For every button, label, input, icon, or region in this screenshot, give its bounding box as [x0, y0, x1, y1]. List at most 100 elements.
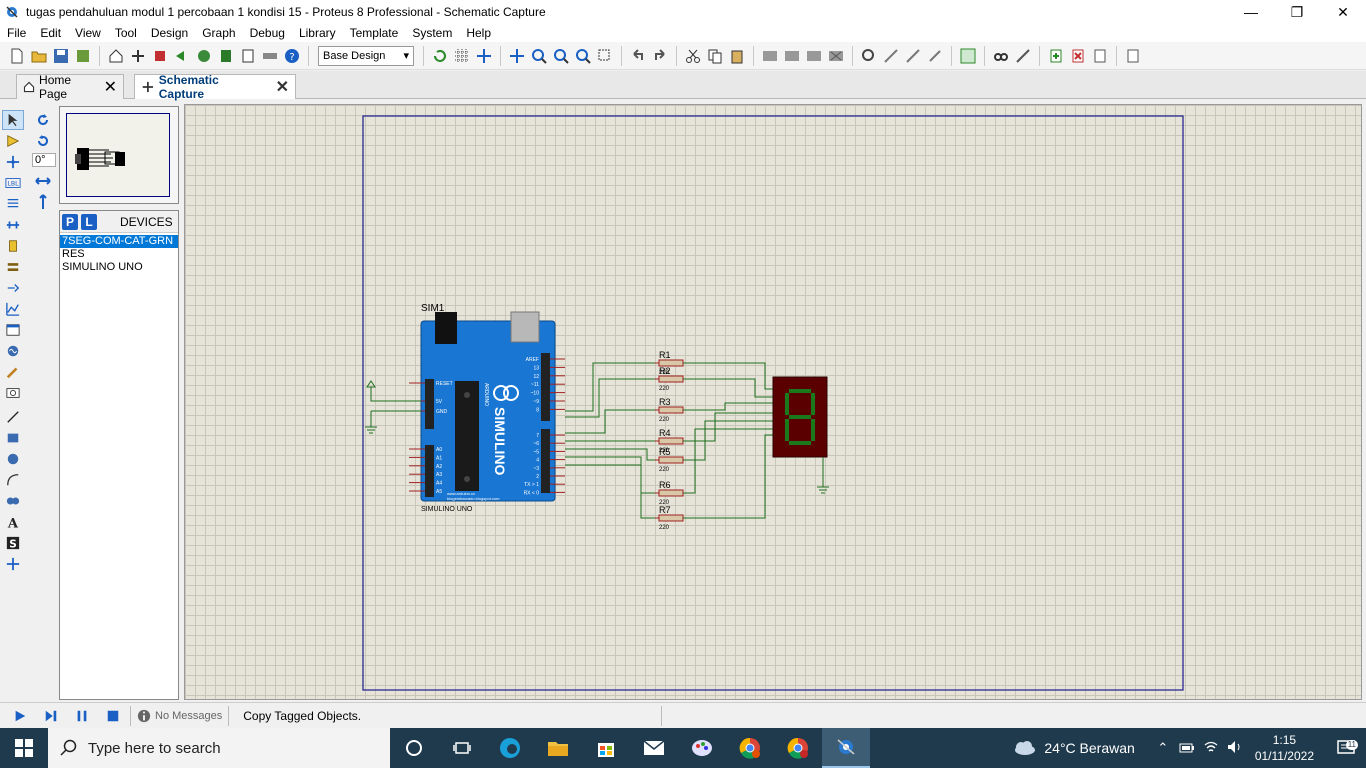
- device-item-res[interactable]: RES: [60, 248, 178, 261]
- notification-center-button[interactable]: 11: [1326, 740, 1366, 756]
- menu-tool[interactable]: Tool: [108, 24, 144, 42]
- block-delete-icon[interactable]: [826, 46, 846, 66]
- menu-view[interactable]: View: [68, 24, 108, 42]
- mirror-x-icon[interactable]: [32, 171, 54, 191]
- menu-file[interactable]: File: [0, 24, 33, 42]
- menu-system[interactable]: System: [405, 24, 459, 42]
- path-icon[interactable]: [2, 491, 24, 511]
- remove-sheet-icon[interactable]: [1068, 46, 1088, 66]
- decompose-icon[interactable]: [925, 46, 945, 66]
- edge-icon[interactable]: [486, 728, 534, 768]
- pick-devices-button[interactable]: P: [62, 213, 78, 230]
- wire-autorouter-icon[interactable]: [958, 46, 978, 66]
- line-icon[interactable]: [2, 407, 24, 427]
- selection-mode-icon[interactable]: [2, 110, 24, 130]
- messages-indicator[interactable]: No Messages: [155, 710, 222, 722]
- zoom-in-icon[interactable]: [529, 46, 549, 66]
- taskbar-clock[interactable]: 1:15 01/11/2022: [1255, 732, 1314, 764]
- chevron-up-icon[interactable]: ⌃: [1151, 740, 1175, 756]
- rotate-clockwise-icon[interactable]: [32, 110, 54, 130]
- step-button[interactable]: [40, 706, 62, 726]
- zoom-area-icon[interactable]: [595, 46, 615, 66]
- refresh-icon[interactable]: [430, 46, 450, 66]
- property-assignment-icon[interactable]: [1013, 46, 1033, 66]
- resistor-r7[interactable]: R7 220: [655, 505, 687, 531]
- new-sheet-icon[interactable]: [1046, 46, 1066, 66]
- device-item-7seg[interactable]: 7SEG-COM-CAT-GRN: [60, 235, 178, 248]
- copy-icon[interactable]: [705, 46, 725, 66]
- symbol-icon[interactable]: S: [2, 533, 24, 553]
- graph-icon[interactable]: [2, 299, 24, 319]
- bom-icon[interactable]: [216, 46, 236, 66]
- volume-icon[interactable]: [1223, 740, 1247, 757]
- arc-icon[interactable]: [2, 470, 24, 490]
- generator-icon[interactable]: [2, 341, 24, 361]
- mail-icon[interactable]: [630, 728, 678, 768]
- paste-icon[interactable]: [727, 46, 747, 66]
- stop-button[interactable]: [102, 706, 124, 726]
- new-file-icon[interactable]: [7, 46, 27, 66]
- source-code-icon[interactable]: [260, 46, 280, 66]
- cortana-icon[interactable]: [390, 728, 438, 768]
- 3d-view-icon[interactable]: [172, 46, 192, 66]
- packaging-tool-icon[interactable]: [903, 46, 923, 66]
- rotate-anticlockwise-icon[interactable]: [32, 131, 54, 151]
- save-icon[interactable]: [51, 46, 71, 66]
- origin-icon[interactable]: [474, 46, 494, 66]
- grid-toggle-icon[interactable]: [452, 46, 472, 66]
- probe-icon[interactable]: [2, 362, 24, 382]
- file-explorer-icon[interactable]: [534, 728, 582, 768]
- menu-library[interactable]: Library: [292, 24, 343, 42]
- menu-edit[interactable]: Edit: [33, 24, 68, 42]
- block-rotate-icon[interactable]: [804, 46, 824, 66]
- exit-to-parent-icon[interactable]: [1090, 46, 1110, 66]
- resistor-r5[interactable]: R5 220: [655, 447, 687, 473]
- search-tag-icon[interactable]: [991, 46, 1011, 66]
- weather-widget[interactable]: 24°C Berawan: [1012, 740, 1135, 756]
- active-popup-icon[interactable]: [2, 320, 24, 340]
- zoom-all-icon[interactable]: [573, 46, 593, 66]
- block-copy-icon[interactable]: [760, 46, 780, 66]
- circle-icon[interactable]: [2, 449, 24, 469]
- device-item-simulino[interactable]: SIMULINO UNO: [60, 261, 178, 274]
- home-icon[interactable]: [106, 46, 126, 66]
- bus-icon[interactable]: [2, 215, 24, 235]
- tab-schematic-capture[interactable]: Schematic Capture ✕: [134, 73, 296, 101]
- block-move-icon[interactable]: [782, 46, 802, 66]
- pause-button[interactable]: [71, 706, 93, 726]
- wifi-icon[interactable]: [1199, 740, 1223, 757]
- pan-icon[interactable]: [507, 46, 527, 66]
- text-script-icon[interactable]: [2, 194, 24, 214]
- netlist-icon[interactable]: [1123, 46, 1143, 66]
- restore-button[interactable]: ❐: [1274, 0, 1320, 24]
- minimize-button[interactable]: —: [1228, 0, 1274, 24]
- menu-template[interactable]: Template: [343, 24, 406, 42]
- start-button[interactable]: [0, 728, 48, 768]
- menu-debug[interactable]: Debug: [243, 24, 292, 42]
- battery-icon[interactable]: [1175, 741, 1199, 756]
- box-icon[interactable]: [2, 428, 24, 448]
- menu-help[interactable]: Help: [459, 24, 498, 42]
- tab-home-page[interactable]: Home Page ✕: [16, 73, 124, 101]
- taskbar-search[interactable]: Type here to search: [48, 728, 390, 768]
- zoom-out-icon[interactable]: [551, 46, 571, 66]
- paint-icon[interactable]: [678, 728, 726, 768]
- chrome-profile-2-icon[interactable]: [774, 728, 822, 768]
- cut-icon[interactable]: [683, 46, 703, 66]
- undo-icon[interactable]: [628, 46, 648, 66]
- device-pin-icon[interactable]: [2, 278, 24, 298]
- store-icon[interactable]: [582, 728, 630, 768]
- gerber-icon[interactable]: [194, 46, 214, 66]
- design-select[interactable]: Base Design ▾: [318, 45, 414, 66]
- terminal-icon[interactable]: [2, 257, 24, 277]
- menu-graph[interactable]: Graph: [195, 24, 242, 42]
- help-icon[interactable]: ?: [282, 46, 302, 66]
- proteus-taskbar-icon[interactable]: [822, 728, 870, 768]
- resistor-r2[interactable]: R2 220: [655, 366, 687, 392]
- close-icon[interactable]: ✕: [104, 77, 117, 97]
- menu-design[interactable]: Design: [144, 24, 195, 42]
- play-button[interactable]: [9, 706, 31, 726]
- resistor-r3[interactable]: R3 220: [655, 397, 687, 423]
- text-icon[interactable]: A: [2, 512, 24, 532]
- overview-window[interactable]: [59, 106, 179, 204]
